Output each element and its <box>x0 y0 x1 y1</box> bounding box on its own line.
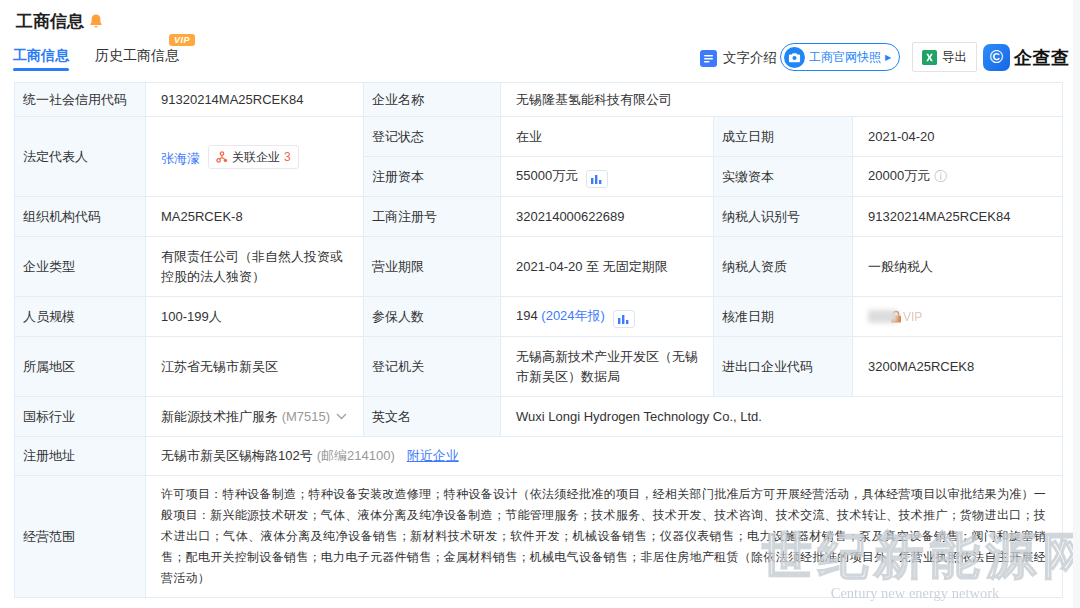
insured-count-value: 194 (2024年报) <box>501 297 714 337</box>
region-value: 江苏省无锡市新吴区 <box>146 337 364 397</box>
business-term-label: 营业期限 <box>364 237 501 297</box>
region-label: 所属地区 <box>15 337 146 397</box>
taxpayer-quality-label: 纳税人资质 <box>714 237 853 297</box>
official-snapshot-button[interactable]: 工商官网快照 ▶ <box>780 43 900 71</box>
establish-date-label: 成立日期 <box>714 117 853 157</box>
related-companies-badge[interactable]: 关联企业3 <box>208 145 299 169</box>
qichacha-logo[interactable]: © 企查查 <box>983 44 1070 71</box>
reg-capital-value: 55000万元 <box>501 157 714 197</box>
org-chart-icon <box>216 151 228 163</box>
approval-date-label: 核准日期 <box>714 297 853 337</box>
org-code-label: 组织机构代码 <box>15 197 146 237</box>
vip-lock-label: VIP <box>903 310 922 324</box>
text-intro-button[interactable]: 文字介绍 <box>700 49 777 67</box>
table-row: 注册地址 无锡市新吴区锡梅路102号 (邮编214100) 附近企业 <box>15 437 1063 476</box>
capital-trend-icon[interactable] <box>586 170 608 188</box>
english-name-label: 英文名 <box>364 397 501 437</box>
establish-date-value: 2021-04-20 <box>853 117 1063 157</box>
insured-trend-icon[interactable] <box>613 310 635 328</box>
snapshot-label: 工商官网快照 <box>809 49 881 66</box>
reg-authority-value: 无锡高新技术产业开发区（无锡市新吴区）数据局 <box>501 337 714 397</box>
related-companies-label: 关联企业 <box>232 147 280 167</box>
text-intro-icon <box>700 50 717 67</box>
taxpayer-id-value: 91320214MA25RCEK84 <box>853 197 1063 237</box>
import-export-code-value: 3200MA25RCEK8 <box>853 337 1063 397</box>
industry-label: 国标行业 <box>15 397 146 437</box>
credit-code-label: 统一社会信用代码 <box>15 83 146 117</box>
business-info-table: 统一社会信用代码 91320214MA25RCEK84 企业名称 无锡隆基氢能科… <box>14 82 1063 598</box>
chevron-down-icon[interactable] <box>336 413 347 420</box>
qichacha-icon: © <box>983 44 1010 71</box>
insured-count-text: 194 <box>516 308 538 323</box>
import-export-code-label: 进出口企业代码 <box>714 337 853 397</box>
business-scope-label: 经营范围 <box>15 476 146 598</box>
english-name-value: Wuxi Longi Hydrogen Technology Co., Ltd. <box>501 397 1063 437</box>
legal-rep-link[interactable]: 张海濛 <box>161 151 200 166</box>
company-name-label: 企业名称 <box>364 83 501 117</box>
reg-number-label: 工商注册号 <box>364 197 501 237</box>
table-row: 法定代表人 张海濛关联企业3 登记状态 在业 成立日期 2021-04-20 <box>15 117 1063 157</box>
legal-rep-value: 张海濛关联企业3 <box>146 117 364 197</box>
reg-address-label: 注册地址 <box>15 437 146 476</box>
table-row: 所属地区 江苏省无锡市新吴区 登记机关 无锡高新技术产业开发区（无锡市新吴区）数… <box>15 337 1063 397</box>
taxpayer-quality-value: 一般纳税人 <box>853 237 1063 297</box>
paid-capital-value: 20000万元 ⓘ <box>853 157 1063 197</box>
text-intro-label: 文字介绍 <box>723 49 777 67</box>
related-companies-count: 3 <box>284 147 291 167</box>
reg-address-value: 无锡市新吴区锡梅路102号 (邮编214100) 附近企业 <box>146 437 1063 476</box>
tab-history-business-info[interactable]: 历史工商信息VIP <box>95 47 179 71</box>
tab-bar: 工商信息 历史工商信息VIP <box>13 47 179 71</box>
tab-business-info-label: 工商信息 <box>13 47 69 63</box>
insured-count-label: 参保人数 <box>364 297 501 337</box>
paid-capital-text: 20000万元 <box>868 168 930 183</box>
reg-number-value: 320214000622689 <box>501 197 714 237</box>
reg-status-value: 在业 <box>501 117 714 157</box>
industry-text: 新能源技术推广服务 <box>161 409 278 424</box>
excel-icon <box>922 50 937 65</box>
reg-address-text: 无锡市新吴区锡梅路102号 <box>161 448 313 463</box>
staff-size-value: 100-199人 <box>146 297 364 337</box>
blurred-date <box>868 310 898 323</box>
tab-business-info[interactable]: 工商信息 <box>13 47 69 71</box>
taxpayer-id-label: 纳税人识别号 <box>714 197 853 237</box>
legal-rep-label: 法定代表人 <box>15 117 146 197</box>
business-scope-value: 许可项目：特种设备制造；特种设备安装改造修理；特种设备设计（依法须经批准的项目，… <box>146 476 1063 598</box>
reg-address-postcode: (邮编214100) <box>317 448 395 463</box>
table-row: 人员规模 100-199人 参保人数 194 (2024年报) 核准日期 VIP <box>15 297 1063 337</box>
paid-capital-label: 实缴资本 <box>714 157 853 197</box>
table-row: 组织机构代码 MA25RCEK-8 工商注册号 320214000622689 … <box>15 197 1063 237</box>
qichacha-name: 企查查 <box>1014 46 1070 70</box>
business-info-page: 工商信息 工商信息 历史工商信息VIP 文字介绍 工商官网快照 ▶ 导出 © 企… <box>0 0 1080 608</box>
play-arrow-icon: ▶ <box>885 53 891 62</box>
staff-size-label: 人员规模 <box>15 297 146 337</box>
table-row: 统一社会信用代码 91320214MA25RCEK84 企业名称 无锡隆基氢能科… <box>15 83 1063 117</box>
nearby-companies-link[interactable]: 附近企业 <box>407 448 459 463</box>
industry-code: (M7515) <box>282 409 330 424</box>
info-icon[interactable]: ⓘ <box>934 167 947 187</box>
annual-report-link[interactable]: (2024年报) <box>541 308 605 323</box>
company-name-value: 无锡隆基氢能科技有限公司 <box>501 83 1063 117</box>
reg-status-label: 登记状态 <box>364 117 501 157</box>
reg-capital-text: 55000万元 <box>516 168 578 183</box>
org-code-value: MA25RCEK-8 <box>146 197 364 237</box>
table-row: 国标行业 新能源技术推广服务 (M7515) 英文名 Wuxi Longi Hy… <box>15 397 1063 437</box>
business-term-value: 2021-04-20 至 无固定期限 <box>501 237 714 297</box>
company-type-label: 企业类型 <box>15 237 146 297</box>
tab-history-label: 历史工商信息 <box>95 47 179 63</box>
page-title: 工商信息 <box>16 10 84 33</box>
scrollbar-track[interactable] <box>1073 0 1080 608</box>
industry-value: 新能源技术推广服务 (M7515) <box>146 397 364 437</box>
camera-icon <box>784 47 805 68</box>
table-row: 企业类型 有限责任公司（非自然人投资或控股的法人独资） 营业期限 2021-04… <box>15 237 1063 297</box>
credit-code-value: 91320214MA25RCEK84 <box>146 83 364 117</box>
bell-icon[interactable] <box>88 13 104 33</box>
reg-capital-label: 注册资本 <box>364 157 501 197</box>
vip-badge: VIP <box>169 34 195 46</box>
company-type-value: 有限责任公司（非自然人投资或控股的法人独资） <box>146 237 364 297</box>
export-label: 导出 <box>942 49 967 66</box>
approval-date-value[interactable]: VIP <box>853 297 1063 337</box>
reg-authority-label: 登记机关 <box>364 337 501 397</box>
export-button[interactable]: 导出 <box>912 42 977 72</box>
table-row: 经营范围 许可项目：特种设备制造；特种设备安装改造修理；特种设备设计（依法须经批… <box>15 476 1063 598</box>
